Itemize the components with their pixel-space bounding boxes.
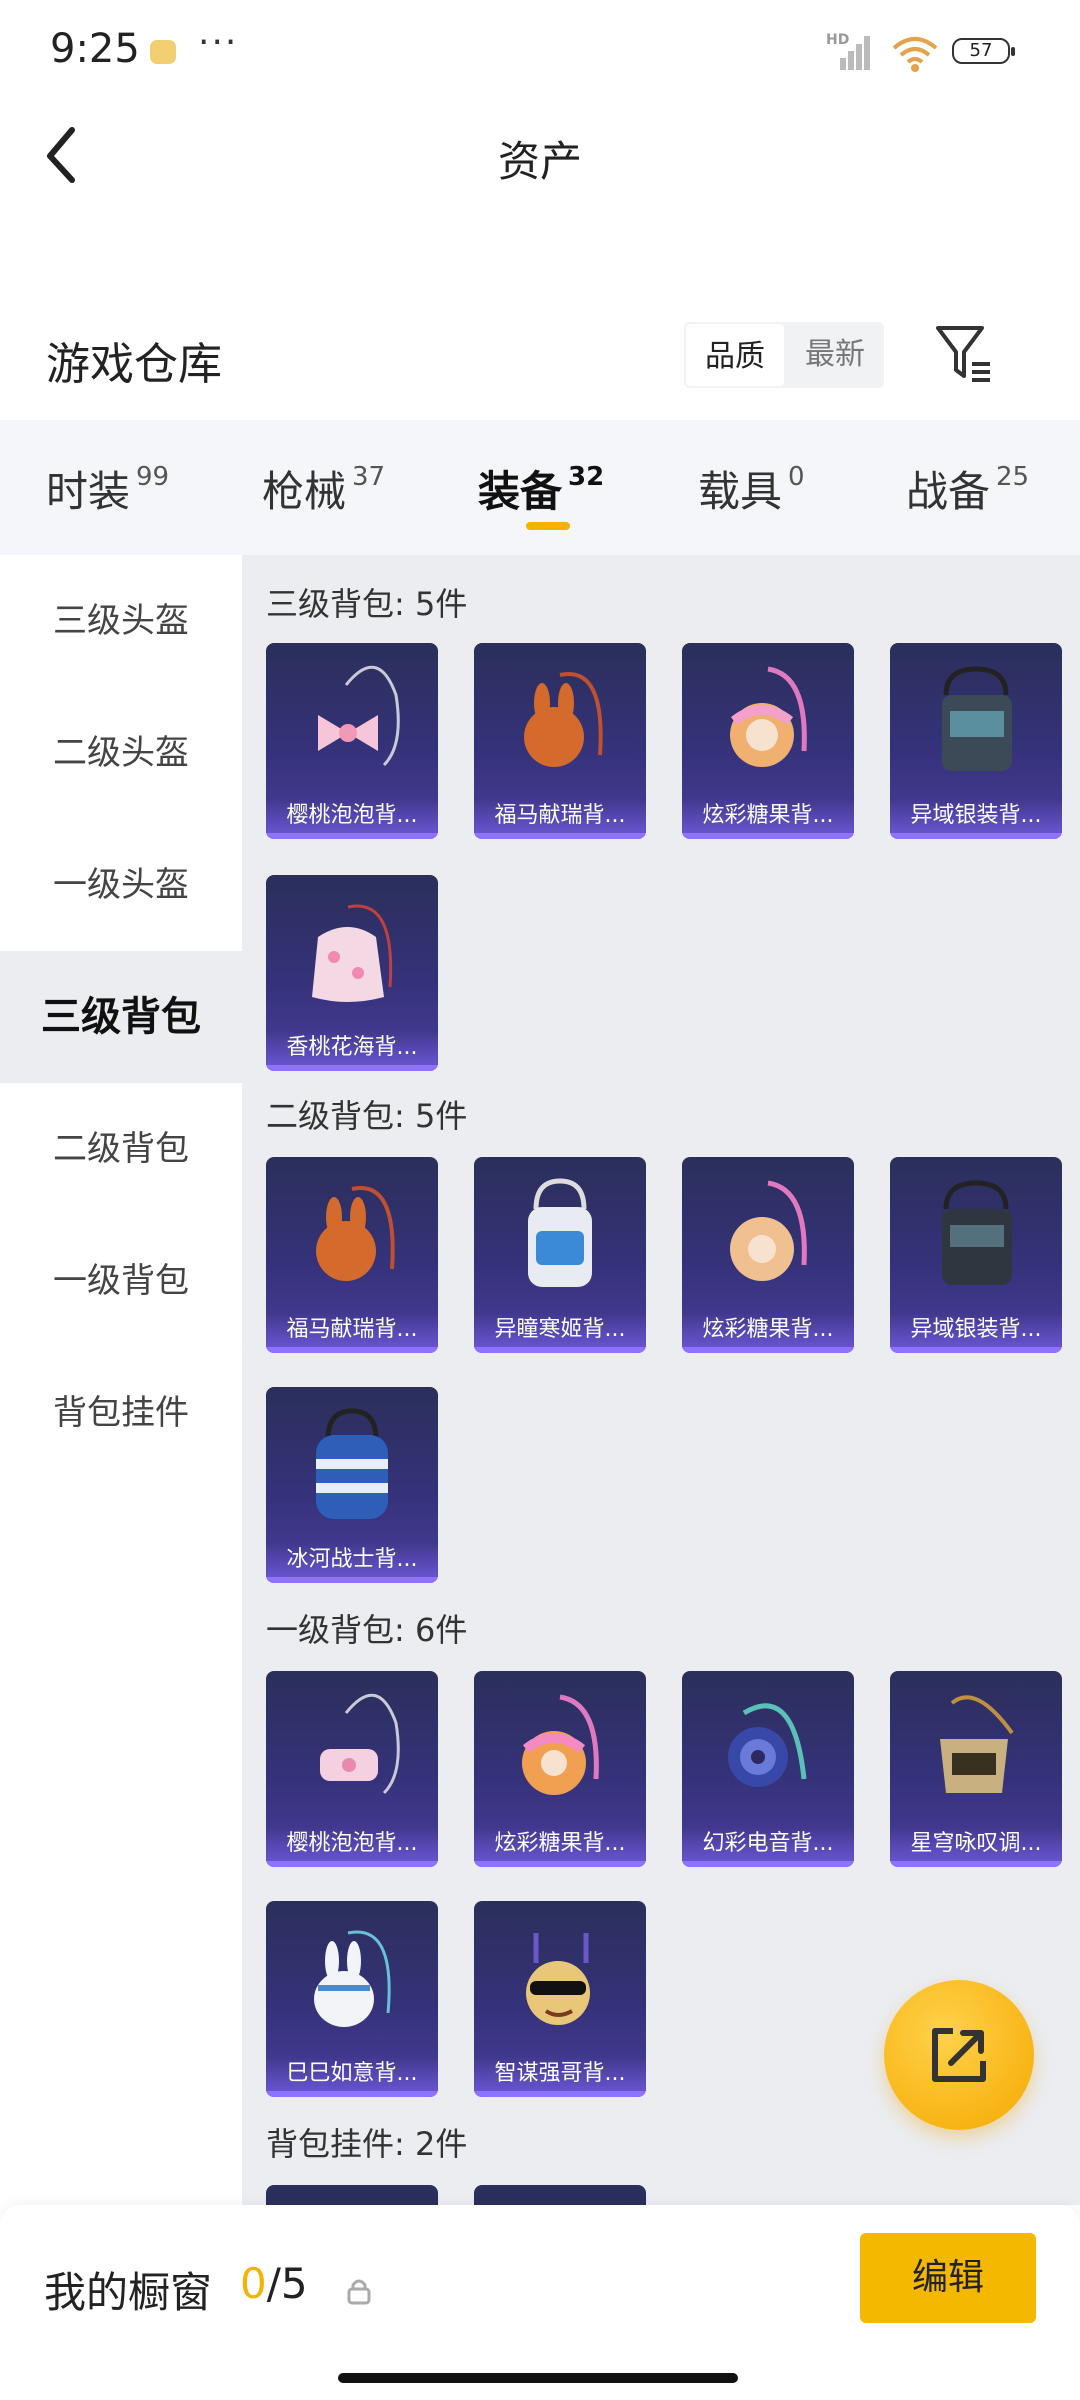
app-notification-icon — [150, 40, 176, 64]
item-name: 冰河战士背... — [286, 1547, 418, 1572]
tab-firearms[interactable]: 枪械 37 — [262, 458, 385, 519]
item-name: 福马献瑞背... — [286, 1317, 418, 1342]
sidebar: 三级头盔 二级头盔 一级头盔 三级背包 二级背包 一级背包 背包挂件 — [0, 555, 242, 2205]
tab-equipment[interactable]: 装备 32 — [478, 458, 604, 519]
sidebar-item-level2-helmet[interactable]: 二级头盔 — [0, 687, 242, 819]
item-name: 福马献瑞背... — [494, 803, 626, 828]
item-card[interactable]: 福马献瑞背... — [266, 1157, 438, 1353]
item-card[interactable]: 炫彩糖果背... — [682, 1157, 854, 1353]
backpack-image — [526, 1933, 590, 2025]
more-notifications-icon: ··· — [198, 22, 239, 63]
backpack-image — [524, 672, 603, 767]
sidebar-item-level1-backpack[interactable]: 一级背包 — [0, 1215, 242, 1347]
section-title: 一级背包: 6件 — [266, 1611, 468, 1649]
backpack-image — [312, 904, 393, 1002]
status-bar: 9:25 ··· HD 57 — [0, 0, 1080, 100]
backpack-image — [730, 666, 807, 767]
warehouse-title: 游戏仓库 — [46, 339, 222, 390]
backpack-image — [316, 1186, 395, 1281]
category-tabs: 时装 99 枪械 37 装备 32 载具 0 战备 25 — [0, 420, 1080, 555]
battery-icon: 57 — [952, 38, 1015, 64]
wifi-icon — [892, 37, 938, 72]
sort-toggle: 品质 最新 — [684, 322, 884, 388]
item-card[interactable]: 智谋强哥背... — [474, 1901, 646, 2097]
item-card[interactable]: 巳巳如意背... — [266, 1901, 438, 2097]
section-title: 三级背包: 5件 — [266, 585, 468, 623]
tab-vehicles[interactable]: 载具 0 — [698, 458, 805, 519]
showcase-title: 我的橱窗 — [44, 2268, 213, 2317]
backpack-image — [314, 1930, 391, 2027]
item-card[interactable]: 香桃花海背... — [266, 875, 438, 1071]
edit-button[interactable]: 编辑 — [860, 2233, 1036, 2323]
item-card[interactable]: 樱桃泡泡背... — [266, 1671, 438, 1867]
item-card[interactable]: 异域银装背... — [890, 1157, 1062, 1353]
signal-icon — [840, 36, 870, 70]
backpack-image — [942, 1180, 1012, 1285]
item-card[interactable]: 樱桃泡泡背... — [266, 643, 438, 839]
backpack-image — [318, 665, 400, 767]
status-time: 9:25 — [50, 26, 140, 72]
lock-icon — [347, 2279, 371, 2305]
item-name: 樱桃泡泡背... — [286, 1831, 418, 1856]
sidebar-item-level2-backpack[interactable]: 二级背包 — [0, 1083, 242, 1215]
item-card[interactable]: 福马献瑞背... — [474, 643, 646, 839]
item-card[interactable] — [474, 2185, 646, 2205]
sidebar-item-backpack-charm[interactable]: 背包挂件 — [0, 1347, 242, 1479]
item-name: 智谋强哥背... — [494, 2061, 626, 2086]
filter-icon[interactable] — [934, 322, 994, 386]
item-name: 异域银装背... — [910, 803, 1042, 828]
item-card[interactable]: 冰河战士背... — [266, 1387, 438, 1583]
tab-fashion[interactable]: 时装 99 — [46, 458, 169, 519]
page-title: 资产 — [497, 137, 582, 186]
showcase-count: 0/5 — [240, 2259, 308, 2308]
sort-quality-button[interactable]: 品质 — [684, 322, 786, 388]
item-name: 异瞳寒姬背... — [494, 1317, 626, 1342]
item-name: 星穹咏叹调... — [910, 1831, 1042, 1856]
item-name: 炫彩糖果背... — [702, 1317, 834, 1342]
item-name: 香桃花海背... — [286, 1035, 418, 1060]
item-card[interactable] — [266, 2185, 438, 2205]
home-indicator[interactable] — [338, 2373, 738, 2383]
backpack-image — [728, 1703, 807, 1787]
sidebar-item-level3-helmet[interactable]: 三级头盔 — [0, 555, 242, 687]
backpack-image — [942, 666, 1012, 771]
section-title: 二级背包: 5件 — [266, 1097, 468, 1135]
tab-combat-supplies[interactable]: 战备 25 — [906, 458, 1029, 519]
section-title: 背包挂件: 2件 — [266, 2125, 468, 2163]
backpack-image — [320, 1693, 400, 1795]
active-tab-indicator — [526, 522, 570, 530]
item-card[interactable]: 异域银装背... — [890, 643, 1062, 839]
item-card[interactable]: 炫彩糖果背... — [682, 643, 854, 839]
item-grid-area: 三级背包: 5件 樱桃泡泡背... 福马献瑞背... 炫彩糖果背... 异域银装… — [242, 555, 1080, 2205]
backpack-image — [730, 1180, 807, 1281]
backpack-image — [522, 1694, 599, 1795]
item-name: 炫彩糖果背... — [702, 803, 834, 828]
share-button[interactable] — [884, 1980, 1034, 2130]
item-name: 幻彩电音背... — [702, 1831, 834, 1856]
item-name: 巳巳如意背... — [286, 2061, 418, 2086]
item-name: 异域银装背... — [910, 1317, 1042, 1342]
item-name: 樱桃泡泡背... — [286, 803, 418, 828]
item-card[interactable]: 幻彩电音背... — [682, 1671, 854, 1867]
showcase-bar: 我的橱窗 0/5 编辑 — [0, 2205, 1080, 2400]
share-icon — [932, 2028, 986, 2082]
item-card[interactable]: 炫彩糖果背... — [474, 1671, 646, 1867]
page-header: 资产 — [0, 100, 1080, 210]
item-name: 炫彩糖果背... — [494, 1831, 626, 1856]
backpack-image — [316, 1408, 388, 1519]
backpack-image — [528, 1178, 592, 1287]
item-card[interactable]: 星穹咏叹调... — [890, 1671, 1062, 1867]
sidebar-item-level1-helmet[interactable]: 一级头盔 — [0, 819, 242, 951]
sort-newest-button[interactable]: 最新 — [786, 322, 884, 388]
item-card[interactable]: 异瞳寒姬背... — [474, 1157, 646, 1353]
sidebar-item-level3-backpack[interactable]: 三级背包 — [0, 951, 242, 1083]
backpack-image — [940, 1695, 1014, 1793]
